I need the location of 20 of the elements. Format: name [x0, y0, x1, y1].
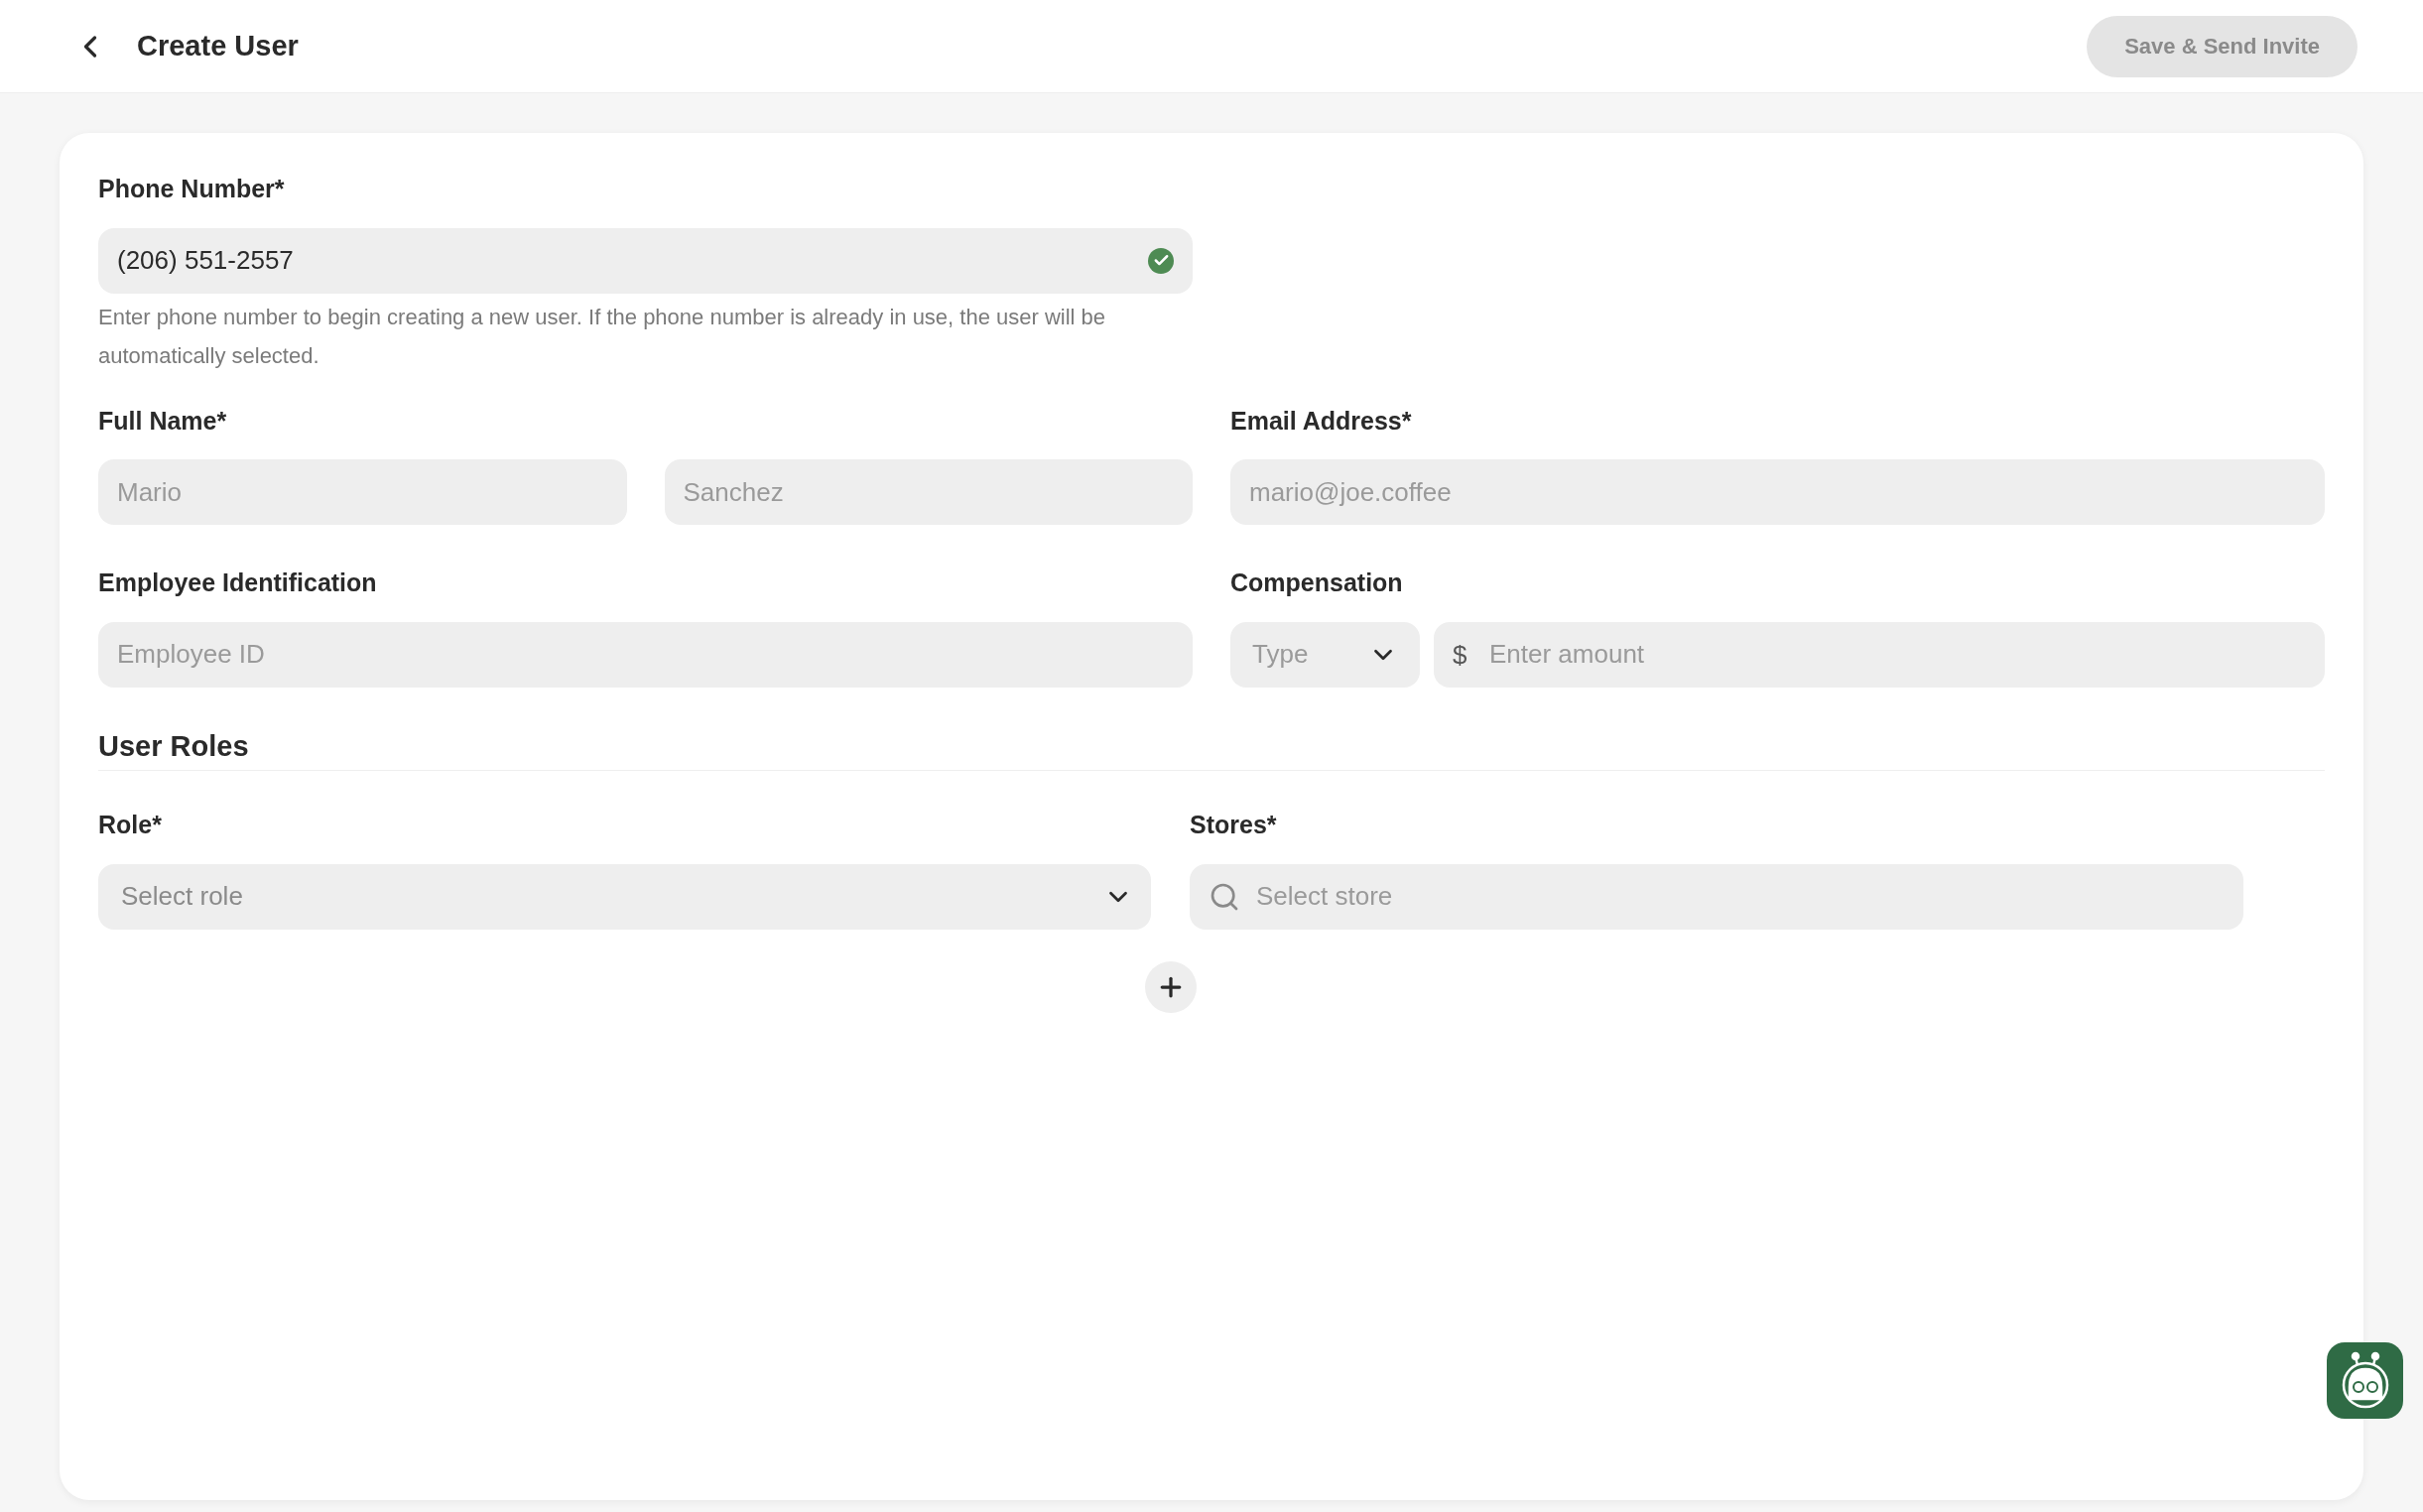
field-label: Phone Number* [98, 174, 286, 204]
field-label: Employee Identification [98, 567, 378, 598]
robot-assistant-button[interactable] [2327, 1342, 2403, 1419]
currency-symbol: $ [1453, 638, 1467, 672]
field-label: Role* [98, 810, 163, 840]
field-label: Stores* [1190, 810, 1278, 840]
store-search-field[interactable]: Select store [1190, 863, 2243, 930]
phone-input-field[interactable]: (206) 551-2557 [98, 227, 1193, 294]
field-label: Full Name* [98, 405, 228, 437]
help-text: Enter phone number to begin creating a new user. If the phone number is already in use, the user will be automatically selected. [98, 303, 1107, 370]
section-title: User Roles [98, 729, 249, 762]
email-field[interactable]: mario@joe.coffee [1230, 459, 2325, 525]
type-select[interactable]: Type [1230, 621, 1420, 688]
field-label: Email Address* [1230, 405, 1413, 437]
last-name-field[interactable]: Sanchez [664, 459, 1193, 525]
field-label: Compensation [1230, 567, 1404, 598]
page-title: Create User [137, 28, 299, 63]
employee-id-field[interactable]: Employee ID [98, 621, 1193, 688]
first-name-field[interactable]: Mario [98, 459, 627, 525]
role-select[interactable]: Select role [98, 863, 1151, 930]
